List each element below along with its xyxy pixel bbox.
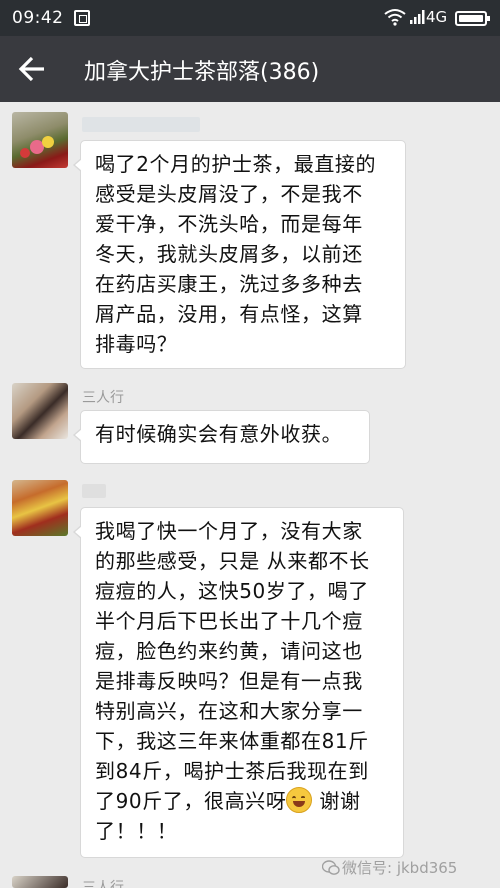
avatar[interactable] [12, 480, 68, 536]
sender-name: 三人行 [82, 880, 124, 888]
wifi-icon [384, 9, 406, 26]
status-bar: 09:42 4G [0, 0, 500, 36]
wechat-icon [322, 860, 340, 875]
message-bubble[interactable]: 我喝了快一个月了，没有大家 的那些感受，只是 从来都不长 痘痘的人，这快50岁了… [73, 507, 404, 858]
message-bubble[interactable]: 有时候确实会有意外收获。 [73, 410, 370, 464]
status-time: 09:42 [12, 8, 64, 28]
avatar[interactable] [12, 112, 68, 168]
back-arrow-icon[interactable] [16, 54, 48, 84]
avatar[interactable] [12, 383, 68, 439]
sender-name-blurred [82, 117, 200, 132]
message-bubble[interactable]: 喝了2个月的护士茶，最直接的 感受是头皮屑没了，不是我不 爱干净，不洗头哈，而是… [73, 140, 406, 369]
battery-icon [455, 11, 490, 26]
watermark: 微信号: jkbd365 [342, 859, 458, 877]
message-text: 我喝了快一个月了，没有大家 的那些感受，只是 从来都不长 痘痘的人，这快50岁了… [95, 519, 370, 813]
grin-emoji-icon [286, 787, 313, 813]
avatar[interactable] [12, 876, 68, 888]
network-type: 4G [426, 8, 448, 26]
sender-name: 三人行 [82, 390, 124, 406]
group-title: 加拿大护士茶部落(386) [84, 60, 320, 85]
sender-name-blurred [82, 484, 106, 498]
scan-icon [74, 10, 90, 26]
chat-title-bar: 加拿大护士茶部落(386) [0, 36, 500, 102]
signal-icon [410, 10, 425, 24]
